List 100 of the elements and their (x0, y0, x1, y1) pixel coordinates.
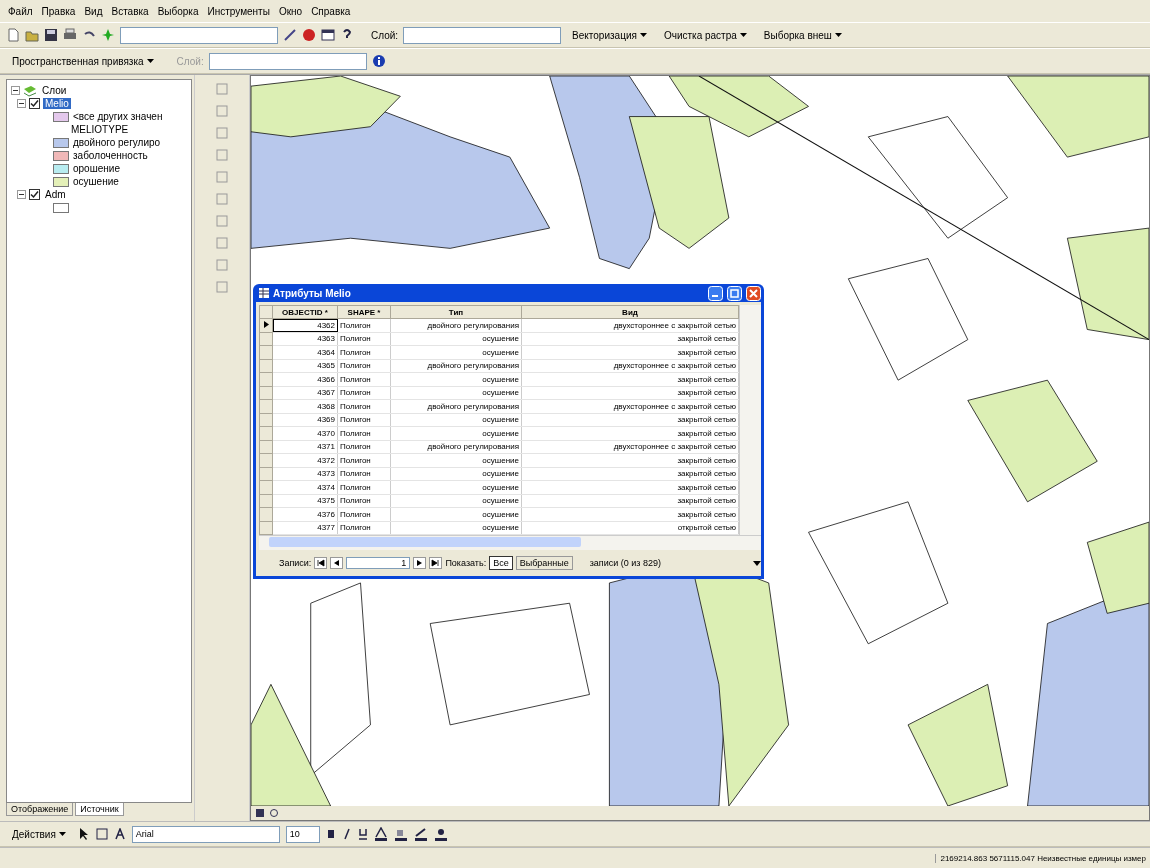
marker-color-icon[interactable] (433, 827, 448, 841)
actions-dropdown[interactable]: Действия (6, 828, 72, 840)
vertical-scrollbar[interactable] (739, 305, 761, 535)
menu-item[interactable]: Выборка (157, 5, 199, 17)
menu-item[interactable]: Правка (41, 5, 76, 17)
toolbar-dropdown[interactable]: Очистка растра (657, 29, 753, 41)
menu-item[interactable]: Инструменты (207, 5, 270, 17)
table-cell: 4367 (272, 386, 338, 400)
table-cell: Полигон (337, 467, 391, 481)
toolbar-dropdown[interactable]: Выборка внеш (757, 29, 848, 41)
table-cell: 4374 (272, 480, 338, 494)
minimize-button[interactable] (708, 285, 723, 301)
font-color-icon[interactable] (373, 827, 388, 841)
menu-item[interactable]: Файл (8, 5, 33, 17)
bold-icon[interactable] (325, 828, 336, 840)
line-color-icon[interactable] (413, 827, 428, 841)
menu-item[interactable]: Справка (311, 5, 351, 17)
legend-label: MELIOTYPE (70, 124, 129, 135)
table-cell: Полигон (337, 507, 391, 521)
legend-label: орошение (73, 163, 120, 174)
column-header[interactable]: Тип (390, 305, 522, 319)
table-cell: Полигон (337, 453, 391, 467)
legend-label: двойного регулиро (73, 137, 161, 148)
layer-label: Слой: (371, 29, 399, 41)
table-cell: Полигон (337, 521, 391, 535)
show-label: Показать: (445, 558, 487, 568)
print-icon[interactable] (63, 28, 77, 42)
caret-icon (639, 33, 647, 39)
open-folder-icon[interactable] (25, 28, 39, 42)
toolbar-dropdown[interactable]: Пространственная привязка (6, 55, 160, 67)
tree-item[interactable]: Melio (43, 98, 71, 109)
new-document-icon[interactable] (6, 28, 20, 42)
underline-icon[interactable] (357, 828, 368, 840)
toggle-button[interactable]: Выбранные (515, 556, 573, 570)
column-header[interactable]: Вид (521, 305, 739, 319)
table-cell: закрытой сетью (521, 413, 739, 427)
table-cell: закрытой сетью (521, 467, 739, 481)
rectangle-icon[interactable] (95, 828, 108, 840)
table-cell: двухстороннее с закрытой сетью (521, 440, 739, 454)
info-icon[interactable] (371, 54, 386, 68)
tree-item[interactable]: Adm (43, 189, 68, 200)
font-size-field[interactable]: 10 (285, 825, 320, 843)
last-record-button[interactable] (429, 557, 443, 569)
column-header[interactable]: OBJECTID * (272, 305, 338, 319)
table-cell: Полигон (337, 426, 391, 440)
checkbox[interactable] (29, 189, 40, 200)
next-record-button[interactable] (413, 557, 427, 569)
checkbox[interactable] (29, 98, 40, 109)
collapse-icon[interactable] (17, 190, 26, 199)
pointer-icon[interactable] (77, 827, 90, 841)
table-cell: Полигон (337, 480, 391, 494)
table-cell: осушение (390, 521, 522, 535)
window-icon[interactable] (321, 28, 335, 42)
table-cell: 4368 (272, 399, 338, 413)
caret-icon (146, 59, 154, 65)
table-cell: открытой сетью (521, 521, 739, 535)
records-label: Записи: (279, 558, 312, 568)
maximize-button[interactable] (727, 285, 742, 301)
table-cell: 4370 (272, 426, 338, 440)
layers-icon (23, 84, 37, 97)
tab[interactable]: Отображение (6, 803, 74, 816)
table-cell: закрытой сетью (521, 372, 739, 386)
toolbar-dropdown[interactable]: Векторизация (566, 29, 653, 41)
table-cell: закрытой сетью (521, 426, 739, 440)
table-cell: двойного регулирования (390, 359, 522, 373)
horizontal-scrollbar[interactable] (259, 535, 761, 550)
previous-record-button[interactable] (330, 557, 344, 569)
table-cell: Полигон (337, 318, 391, 332)
menu-item[interactable]: Вставка (111, 5, 149, 17)
table-cell: осушение (390, 507, 522, 521)
layer-field[interactable] (403, 26, 562, 44)
table-cell: осушение (390, 372, 522, 386)
table-cell: двойного регулирования (390, 318, 522, 332)
table-cell: осушение (390, 386, 522, 400)
font-field[interactable]: Arial (131, 825, 280, 843)
close-button[interactable] (746, 285, 761, 301)
collapse-icon[interactable] (17, 99, 26, 108)
toggle-button[interactable]: Все (489, 556, 513, 570)
options-caret-icon[interactable] (753, 560, 761, 566)
column-header[interactable]: SHAPE * (337, 305, 391, 319)
tab[interactable]: Источник (75, 803, 124, 816)
table-cell: осушение (390, 467, 522, 481)
scale-field[interactable] (120, 26, 278, 44)
fill-color-icon[interactable] (393, 827, 408, 841)
menu-item[interactable]: Окно (278, 5, 303, 17)
save-icon[interactable] (44, 28, 58, 42)
menu-item[interactable]: Вид (84, 5, 103, 17)
table-cell: осушение (390, 332, 522, 346)
record-field[interactable]: 1 (346, 557, 411, 569)
text-tool-icon[interactable] (113, 828, 126, 840)
layer-field[interactable] (208, 52, 367, 70)
table-cell: закрытой сетью (521, 453, 739, 467)
table-cell: Полигон (337, 440, 391, 454)
first-record-button[interactable] (314, 557, 328, 569)
table-cell: Полигон (337, 345, 391, 359)
legend-label: заболоченность (73, 150, 148, 161)
records-summary: записи (0 из 829) (589, 558, 662, 568)
tree-item[interactable]: Слои (40, 85, 69, 96)
italic-icon[interactable] (341, 828, 352, 840)
collapse-icon[interactable] (11, 86, 20, 95)
